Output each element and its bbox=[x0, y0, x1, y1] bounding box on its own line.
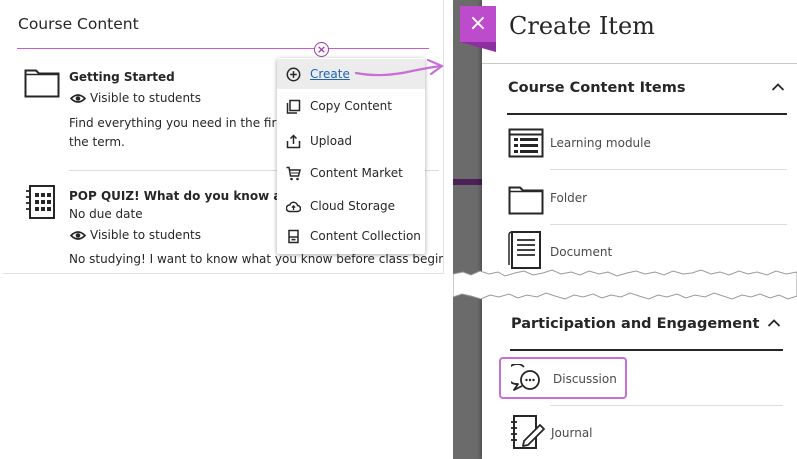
item-learning-module[interactable]: Learning module bbox=[550, 136, 651, 150]
background-accent bbox=[453, 179, 482, 185]
item-title-getting-started[interactable]: Getting Started bbox=[69, 70, 175, 84]
background-strip bbox=[453, 0, 482, 459]
visibility-status[interactable]: Visible to students bbox=[90, 228, 201, 242]
section-divider bbox=[507, 113, 787, 115]
collection-icon bbox=[288, 229, 299, 244]
menu-item-copy-content[interactable]: Copy Content bbox=[277, 91, 425, 121]
menu-label-copy-content[interactable]: Copy Content bbox=[310, 99, 392, 113]
page-title: Course Content bbox=[18, 15, 139, 33]
eye-icon bbox=[70, 231, 86, 240]
add-content-divider bbox=[17, 48, 429, 49]
section-heading-course-content-items[interactable]: Course Content Items bbox=[508, 80, 685, 96]
upload-icon bbox=[286, 134, 301, 149]
cloud-icon bbox=[286, 201, 301, 213]
menu-label-create[interactable]: Create bbox=[310, 67, 350, 81]
item-title-pop-quiz[interactable]: POP QUIZ! What do you know abou bbox=[69, 189, 307, 203]
item-description: Find everything you need in the first bbox=[69, 116, 288, 130]
section-heading-participation-engagement[interactable]: Participation and Engagement bbox=[511, 316, 759, 332]
visibility-status[interactable]: Visible to students bbox=[90, 91, 201, 105]
menu-item-content-collection[interactable]: Content Collection bbox=[277, 221, 425, 251]
test-icon bbox=[26, 185, 55, 219]
close-icon: × bbox=[468, 11, 488, 36]
close-button[interactable]: × bbox=[460, 6, 496, 52]
eye-icon bbox=[70, 94, 86, 103]
menu-item-content-market[interactable]: Content Market bbox=[277, 158, 425, 188]
journal-icon bbox=[511, 415, 545, 449]
menu-label-content-market[interactable]: Content Market bbox=[310, 166, 403, 180]
close-add-menu-icon[interactable]: × bbox=[314, 42, 329, 57]
menu-label-cloud-storage[interactable]: Cloud Storage bbox=[310, 199, 395, 213]
item-document[interactable]: Document bbox=[550, 245, 612, 259]
header-divider bbox=[482, 63, 797, 64]
learning-module-icon bbox=[508, 128, 544, 158]
chevron-up-icon[interactable] bbox=[767, 318, 781, 328]
chevron-up-icon[interactable] bbox=[771, 82, 785, 92]
item-folder[interactable]: Folder bbox=[550, 191, 587, 205]
item-journal[interactable]: Journal bbox=[551, 426, 593, 440]
pointer-arrow-icon bbox=[354, 58, 444, 77]
plus-circle-icon bbox=[286, 67, 301, 82]
menu-item-upload[interactable]: Upload bbox=[277, 126, 425, 156]
copy-icon bbox=[286, 99, 301, 114]
folder-icon bbox=[24, 69, 60, 98]
menu-label-upload[interactable]: Upload bbox=[310, 134, 352, 148]
section-divider bbox=[510, 349, 783, 351]
item-divider bbox=[550, 224, 787, 225]
cart-icon bbox=[286, 166, 301, 181]
item-description: the term. bbox=[69, 135, 125, 149]
course-content-panel: Course Content × Getting Started Visible… bbox=[3, 0, 444, 274]
discussion-highlight bbox=[499, 357, 627, 399]
item-divider bbox=[550, 405, 783, 406]
folder-icon bbox=[508, 186, 544, 215]
item-divider bbox=[550, 169, 787, 170]
panel-title: Create Item bbox=[509, 12, 655, 40]
torn-edge bbox=[453, 269, 797, 300]
menu-item-cloud-storage[interactable]: Cloud Storage bbox=[277, 191, 425, 221]
due-date-status: No due date bbox=[69, 207, 143, 221]
item-description: No studying! I want to know what you kno… bbox=[69, 252, 444, 266]
document-icon bbox=[508, 231, 541, 269]
menu-label-content-collection[interactable]: Content Collection bbox=[310, 229, 421, 243]
